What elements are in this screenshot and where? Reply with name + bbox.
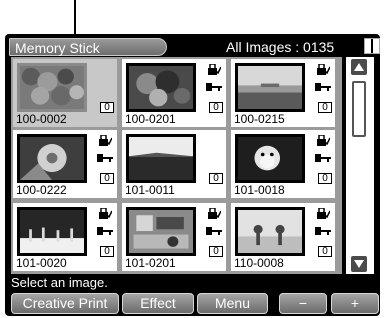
minus-button[interactable]: − [279,293,327,314]
menu-button[interactable]: Menu [197,293,268,314]
thumbnail-label: 100-0201 [125,112,176,126]
thumbnail-image [126,207,196,256]
scroll-thumb[interactable] [352,81,366,137]
thumbnail-image [17,207,87,256]
thumbnail-label: 100-0215 [234,112,285,126]
count-badge: 0 [209,173,223,184]
thumbnail-image [126,63,196,112]
thumbnail-item[interactable]: 0 110-0008 [231,203,335,271]
thumbnail-item[interactable]: 0 100-0222 [13,130,117,198]
thumbnail-item[interactable]: 0 100-0201 [122,59,226,127]
thumbnail-item[interactable]: 0 101-0201 [122,203,226,271]
thumbnail-label: 101-0201 [125,256,176,270]
thumbnail-grid: 0 100-0002 0 100-0201 0 100-0215 0 100-0… [11,57,342,274]
key-icon [315,227,331,235]
status-message: Select an image. [11,275,108,290]
key-icon [206,83,222,91]
thumbnail-item[interactable]: 0 100-0002 [13,59,117,127]
thumbnail-image [235,134,305,183]
protect-icon [99,208,112,219]
count-badge: 0 [209,102,223,113]
count-badge: 0 [100,102,114,113]
image-count-label: All Images : 0135 [226,39,335,55]
thumbnail-label: 101-0011 [125,183,175,197]
scrollbar[interactable] [346,57,374,274]
thumbnail-image [126,134,196,183]
protect-icon [317,208,330,219]
source-tab[interactable]: Memory Stick [9,38,167,56]
plus-button[interactable]: + [331,293,379,314]
thumbnail-image [235,63,305,112]
protect-icon [99,135,112,146]
count-badge: 0 [318,246,332,257]
count-badge: 0 [100,173,114,184]
effect-button[interactable]: Effect [122,293,194,314]
thumbnail-label: 101-0020 [16,256,67,270]
key-icon [97,154,113,162]
count-badge: 0 [100,246,114,257]
count-badge: 0 [318,102,332,113]
key-icon [315,154,331,162]
thumbnail-label: 101-0018 [234,183,285,197]
scroll-up-icon[interactable] [351,59,367,75]
thumbnail-item[interactable]: 0 100-0215 [231,59,335,127]
protect-icon [208,208,221,219]
thumbnail-label: 100-0222 [16,183,67,197]
thumbnail-item[interactable]: 0 101-0020 [13,203,117,271]
protect-icon [317,64,330,75]
view-toggle-icon[interactable] [364,38,380,54]
thumbnail-image [17,134,87,183]
key-icon [206,227,222,235]
scroll-down-icon[interactable] [351,256,367,272]
thumbnail-label: 100-0002 [16,112,67,126]
thumbnail-image [235,207,305,256]
count-badge: 0 [318,173,332,184]
thumbnail-item[interactable]: 0 101-0011 [122,130,226,198]
count-badge: 0 [209,246,223,257]
key-icon [97,227,113,235]
creative-print-button[interactable]: Creative Print [11,293,119,314]
thumbnail-image [17,63,87,112]
thumbnail-label: 110-0008 [234,256,284,270]
key-icon [315,83,331,91]
protect-icon [317,135,330,146]
thumbnail-item[interactable]: 0 101-0018 [231,130,335,198]
protect-icon [208,64,221,75]
